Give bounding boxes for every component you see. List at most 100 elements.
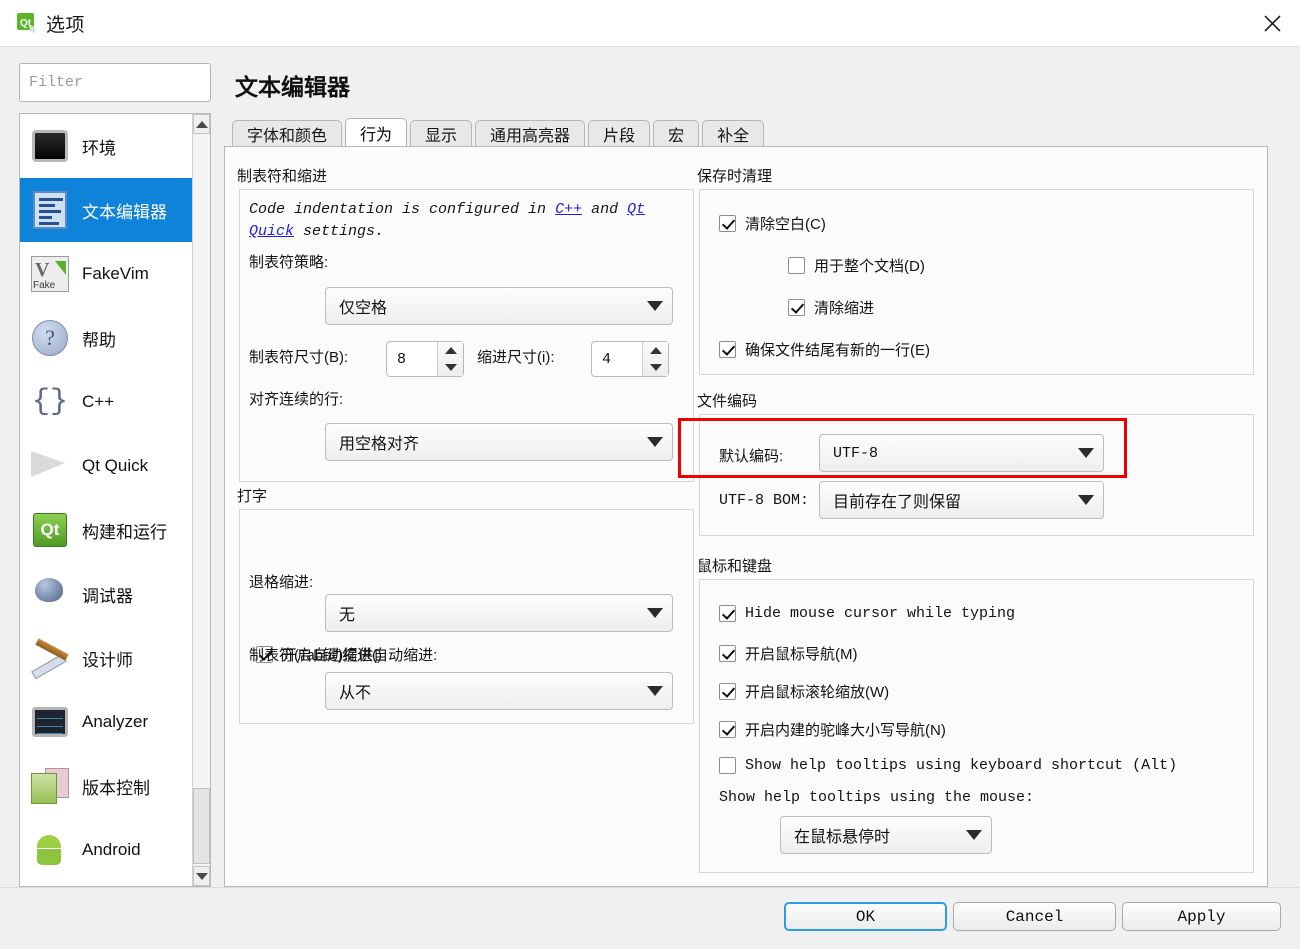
environment-icon [30,126,70,166]
utf8-bom-value: 目前存在了则保留 [833,494,962,511]
sidebar-item-debugger[interactable]: 调试器 [20,562,194,626]
whole-document-row[interactable]: 用于整个文档(D) [788,255,925,276]
apply-button[interactable]: Apply [1122,902,1281,931]
sidebar-item-version-control[interactable]: 版本控制 [20,754,194,818]
wheel-zoom-label: 开启鼠标滚轮缩放(W) [745,684,890,701]
tab-fonts-colors[interactable]: 字体和颜色 [232,120,343,147]
tab-display[interactable]: 显示 [410,120,473,147]
sidebar-item-help[interactable]: ? 帮助 [20,306,194,370]
tab-snippets[interactable]: 片段 [588,120,651,147]
tab-bar: 字体和颜色 行为 显示 通用高亮器 片段 宏 补全 [232,118,767,147]
group-title-mouse-keyboard: 鼠标和键盘 [697,558,773,575]
tab-completion[interactable]: 补全 [702,120,765,147]
spin-down-icon[interactable] [438,359,463,376]
cancel-button[interactable]: Cancel [953,902,1116,931]
tab-size-spinbox[interactable]: 8 [386,341,464,377]
mouse-navigation-row[interactable]: 开启鼠标导航(M) [719,643,858,664]
clean-indentation-checkbox[interactable] [788,299,805,316]
scroll-up-icon[interactable] [193,114,210,134]
debugger-icon [30,574,70,614]
sidebar-item-environment[interactable]: 环境 [20,114,194,178]
ensure-newline-row[interactable]: 确保文件结尾有新的一行(E) [719,339,930,360]
utf8-bom-combobox[interactable]: 目前存在了则保留 [819,481,1104,519]
window-title: 选项 [46,15,86,36]
continuation-lines-combobox[interactable]: 用空格对齐 [325,423,673,461]
sidebar-item-label: 设计师 [82,650,133,670]
continuation-lines-label: 对齐连续的行: [249,391,344,408]
default-encoding-combobox[interactable]: UTF-8 [819,434,1104,472]
close-icon[interactable] [1244,0,1300,46]
backspace-indent-combobox[interactable]: 无 [325,594,673,632]
sidebar-item-label: Analyzer [82,712,149,731]
tooltip-shortcut-checkbox[interactable] [719,757,736,774]
sidebar-item-analyzer[interactable]: Analyzer [20,690,194,754]
chevron-down-icon [638,608,672,618]
sidebar-item-cpp[interactable]: {} C++ [20,370,194,434]
tab-policy-combobox[interactable]: 仅空格 [325,287,673,325]
build-run-icon: Qt [30,510,70,550]
camel-case-navigation-row[interactable]: 开启内建的驼峰大小写导航(N) [719,719,946,740]
scroll-down-icon[interactable] [193,866,210,886]
sidebar-item-label: Android [82,840,141,859]
group-title-cleanup: 保存时清理 [697,168,773,185]
tab-behavior[interactable]: 行为 [345,118,408,147]
sidebar-item-label: 文本编辑器 [82,202,167,222]
tab-key-indent-combobox[interactable]: 从不 [325,672,673,710]
chevron-down-icon [957,830,991,840]
sidebar-item-designer[interactable]: 设计师 [20,626,194,690]
hide-cursor-row[interactable]: Hide mouse cursor while typing [719,605,1015,622]
cpp-icon: {} [31,385,68,419]
sidebar-item-label: 调试器 [82,586,133,606]
ensure-newline-label: 确保文件结尾有新的一行(E) [745,342,930,359]
sidebar-scrollbar[interactable] [192,114,210,886]
tooltip-mouse-label: Show help tooltips using the mouse: [719,789,1035,806]
mouse-navigation-label: 开启鼠标导航(M) [745,646,858,663]
tooltip-shortcut-label: Show help tooltips using keyboard shortc… [745,757,1178,774]
indent-size-label: 缩进尺寸(i): [477,349,555,366]
clean-indentation-row[interactable]: 清除缩进 [788,297,874,318]
tab-macros[interactable]: 宏 [653,120,700,147]
camel-case-navigation-checkbox[interactable] [719,721,736,738]
sidebar-item-qt-quick[interactable]: Qt Quick [20,434,194,498]
tab-size-label: 制表符尺寸(B): [249,349,349,366]
scrollbar-thumb[interactable] [193,788,210,864]
group-title-typing: 打字 [237,488,268,505]
spin-down-icon[interactable] [643,359,668,376]
clean-whitespace-checkbox[interactable] [719,215,736,232]
sidebar-item-text-editor[interactable]: 文本编辑器 [20,178,194,242]
tooltip-shortcut-row[interactable]: Show help tooltips using keyboard shortc… [719,757,1177,774]
spin-up-icon[interactable] [643,342,668,359]
hide-cursor-checkbox[interactable] [719,605,736,622]
fakevim-icon: V Fake [30,254,70,294]
chevron-down-icon [1069,448,1103,458]
tab-key-indent-value: 从不 [339,685,372,702]
sidebar-item-build-run[interactable]: Qt 构建和运行 [20,498,194,562]
sidebar-item-label: Qt Quick [82,456,149,475]
qt-logo-icon: Qt [17,13,38,34]
group-title-file-encoding: 文件编码 [697,393,758,410]
ensure-newline-checkbox[interactable] [719,341,736,358]
ok-button[interactable]: OK [784,902,947,931]
cpp-settings-link[interactable]: C++ [555,201,582,218]
tooltip-mouse-value: 在鼠标悬停时 [794,829,891,846]
tab-size-value: 8 [397,350,407,368]
sidebar-item-fakevim[interactable]: V Fake FakeVim [20,242,194,306]
tooltip-mouse-combobox[interactable]: 在鼠标悬停时 [780,816,992,854]
clean-whitespace-row[interactable]: 清除空白(C) [719,213,826,234]
whole-document-checkbox[interactable] [788,257,805,274]
text-editor-icon [30,190,70,230]
tab-generic-highlighter[interactable]: 通用高亮器 [475,120,586,147]
filter-input[interactable] [19,63,211,102]
mouse-navigation-checkbox[interactable] [719,645,736,662]
spin-up-icon[interactable] [438,342,463,359]
page-title: 文本编辑器 [235,74,350,100]
sidebar-item-android[interactable]: Android [20,818,194,882]
wheel-zoom-checkbox[interactable] [719,683,736,700]
utf8-bom-label: UTF-8 BOM: [719,492,810,509]
indent-size-spinbox[interactable]: 4 [591,341,669,377]
category-sidebar: 环境 文本编辑器 V Fake FakeVim ? 帮助 {} C++ Qt Q… [19,113,211,887]
wheel-zoom-row[interactable]: 开启鼠标滚轮缩放(W) [719,681,889,702]
android-icon [30,830,70,870]
whole-document-label: 用于整个文档(D) [814,258,925,275]
version-control-icon [30,766,70,806]
